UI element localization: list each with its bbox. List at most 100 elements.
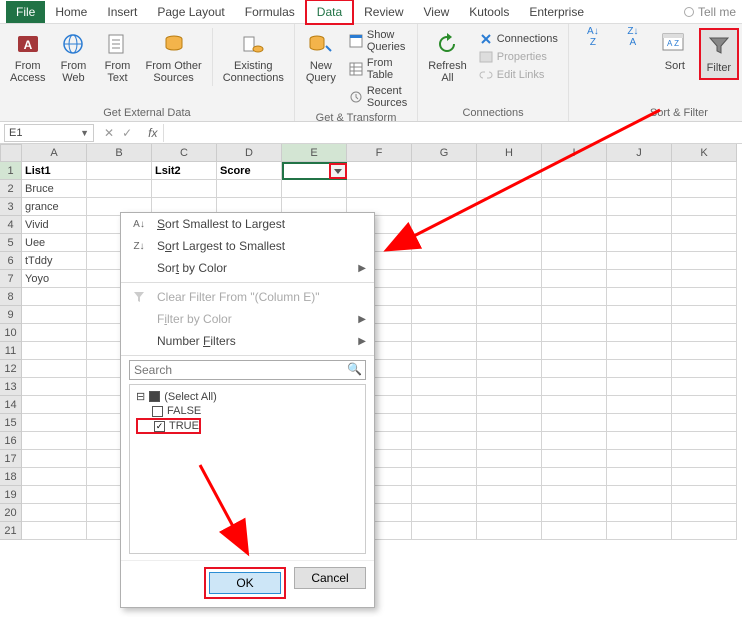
from-text-button[interactable]: From Text bbox=[97, 28, 137, 86]
cell-I11[interactable] bbox=[542, 342, 607, 360]
tab-home[interactable]: Home bbox=[45, 1, 97, 23]
cell-K21[interactable] bbox=[672, 522, 737, 540]
cell-H18[interactable] bbox=[477, 468, 542, 486]
cell-I18[interactable] bbox=[542, 468, 607, 486]
cell-G3[interactable] bbox=[412, 198, 477, 216]
cell-K1[interactable] bbox=[672, 162, 737, 180]
existing-connections-button[interactable]: Existing Connections bbox=[219, 28, 288, 86]
cell-K3[interactable] bbox=[672, 198, 737, 216]
row-8[interactable]: 8 bbox=[0, 288, 22, 306]
cell-C2[interactable] bbox=[152, 180, 217, 198]
cell-H8[interactable] bbox=[477, 288, 542, 306]
cell-H5[interactable] bbox=[477, 234, 542, 252]
col-H[interactable]: H bbox=[477, 144, 542, 162]
cell-K18[interactable] bbox=[672, 468, 737, 486]
row-19[interactable]: 19 bbox=[0, 486, 22, 504]
cell-J12[interactable] bbox=[607, 360, 672, 378]
show-queries-button[interactable]: Show Queries bbox=[345, 28, 411, 54]
cell-I7[interactable] bbox=[542, 270, 607, 288]
row-16[interactable]: 16 bbox=[0, 432, 22, 450]
row-17[interactable]: 17 bbox=[0, 450, 22, 468]
row-18[interactable]: 18 bbox=[0, 468, 22, 486]
cell-H13[interactable] bbox=[477, 378, 542, 396]
sort-za-small-button[interactable]: Z↓A bbox=[615, 28, 651, 80]
cell-J1[interactable] bbox=[607, 162, 672, 180]
cell-G12[interactable] bbox=[412, 360, 477, 378]
cell-K13[interactable] bbox=[672, 378, 737, 396]
cell-K6[interactable] bbox=[672, 252, 737, 270]
cell-A9[interactable] bbox=[22, 306, 87, 324]
cell-K12[interactable] bbox=[672, 360, 737, 378]
row-21[interactable]: 21 bbox=[0, 522, 22, 540]
cell-K10[interactable] bbox=[672, 324, 737, 342]
cell-K17[interactable] bbox=[672, 450, 737, 468]
cell-J6[interactable] bbox=[607, 252, 672, 270]
row-5[interactable]: 5 bbox=[0, 234, 22, 252]
row-4[interactable]: 4 bbox=[0, 216, 22, 234]
cell-K8[interactable] bbox=[672, 288, 737, 306]
tab-pagelayout[interactable]: Page Layout bbox=[147, 1, 234, 23]
filter-option-false[interactable]: FALSE bbox=[136, 404, 359, 418]
checkbox-true[interactable]: ✓ bbox=[154, 421, 165, 432]
ok-button[interactable]: OK bbox=[209, 572, 281, 594]
cell-A2[interactable]: Bruce bbox=[22, 180, 87, 198]
cell-A7[interactable]: Yoyo bbox=[22, 270, 87, 288]
cell-J19[interactable] bbox=[607, 486, 672, 504]
cell-G20[interactable] bbox=[412, 504, 477, 522]
filter-search-input[interactable] bbox=[129, 360, 366, 380]
tab-kutools[interactable]: Kutools bbox=[459, 1, 519, 23]
cell-H7[interactable] bbox=[477, 270, 542, 288]
tab-data[interactable]: Data bbox=[305, 0, 354, 25]
cell-A15[interactable] bbox=[22, 414, 87, 432]
tab-review[interactable]: Review bbox=[354, 1, 413, 23]
cell-I20[interactable] bbox=[542, 504, 607, 522]
cell-J9[interactable] bbox=[607, 306, 672, 324]
cell-A19[interactable] bbox=[22, 486, 87, 504]
cell-H20[interactable] bbox=[477, 504, 542, 522]
cell-I10[interactable] bbox=[542, 324, 607, 342]
formula-input[interactable] bbox=[163, 124, 742, 142]
cell-H15[interactable] bbox=[477, 414, 542, 432]
cell-H21[interactable] bbox=[477, 522, 542, 540]
cell-I6[interactable] bbox=[542, 252, 607, 270]
cell-H16[interactable] bbox=[477, 432, 542, 450]
filter-dropdown-arrow-E1[interactable] bbox=[329, 163, 347, 179]
tab-formulas[interactable]: Formulas bbox=[235, 1, 305, 23]
from-access-button[interactable]: A From Access bbox=[6, 28, 49, 86]
cell-H4[interactable] bbox=[477, 216, 542, 234]
filter-select-all[interactable]: ⊟ (Select All) bbox=[136, 389, 359, 404]
select-all-corner[interactable] bbox=[0, 144, 22, 162]
cell-K14[interactable] bbox=[672, 396, 737, 414]
cell-J18[interactable] bbox=[607, 468, 672, 486]
cell-A16[interactable] bbox=[22, 432, 87, 450]
cell-J7[interactable] bbox=[607, 270, 672, 288]
filter-option-true[interactable]: ✓ TRUE bbox=[136, 418, 201, 434]
cell-I12[interactable] bbox=[542, 360, 607, 378]
cell-J14[interactable] bbox=[607, 396, 672, 414]
col-B[interactable]: B bbox=[87, 144, 152, 162]
cell-K2[interactable] bbox=[672, 180, 737, 198]
cell-F1[interactable] bbox=[347, 162, 412, 180]
cell-I5[interactable] bbox=[542, 234, 607, 252]
cell-B2[interactable] bbox=[87, 180, 152, 198]
cell-K11[interactable] bbox=[672, 342, 737, 360]
cell-K20[interactable] bbox=[672, 504, 737, 522]
cell-G14[interactable] bbox=[412, 396, 477, 414]
cell-J21[interactable] bbox=[607, 522, 672, 540]
cell-A8[interactable] bbox=[22, 288, 87, 306]
cell-I21[interactable] bbox=[542, 522, 607, 540]
tab-view[interactable]: View bbox=[414, 1, 460, 23]
sort-button[interactable]: A Z Sort bbox=[655, 28, 695, 80]
sort-largest-smallest[interactable]: Z↓ Sort Largest to Smallest bbox=[121, 235, 374, 257]
cell-H2[interactable] bbox=[477, 180, 542, 198]
cell-K5[interactable] bbox=[672, 234, 737, 252]
checkbox-select-all[interactable] bbox=[149, 391, 160, 402]
cell-G17[interactable] bbox=[412, 450, 477, 468]
row-14[interactable]: 14 bbox=[0, 396, 22, 414]
cell-I19[interactable] bbox=[542, 486, 607, 504]
cell-G8[interactable] bbox=[412, 288, 477, 306]
cell-I15[interactable] bbox=[542, 414, 607, 432]
tell-me[interactable]: Tell me bbox=[684, 5, 736, 19]
cell-K7[interactable] bbox=[672, 270, 737, 288]
fx-icon[interactable]: fx bbox=[142, 126, 163, 140]
